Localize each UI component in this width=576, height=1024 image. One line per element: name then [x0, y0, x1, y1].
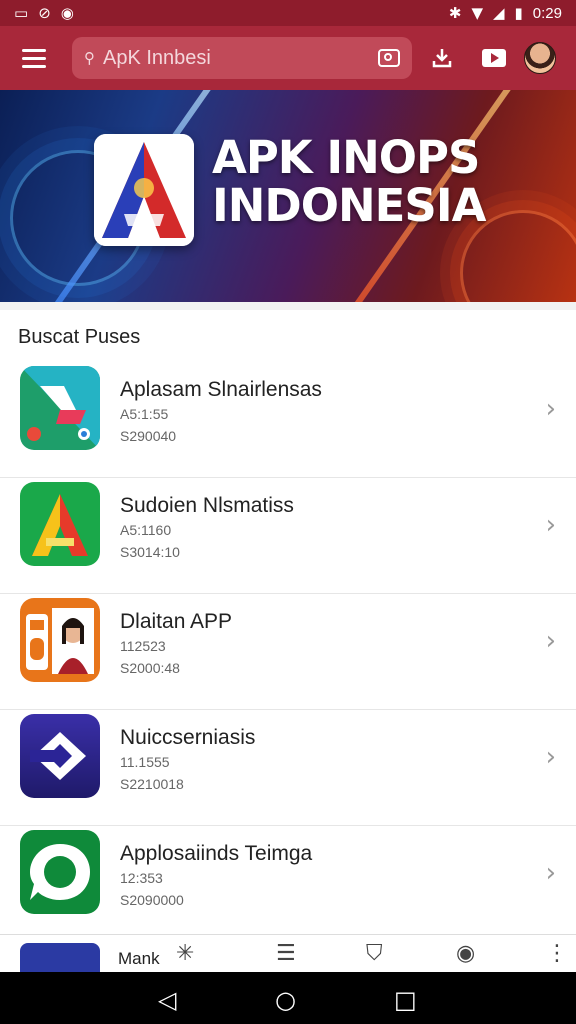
app-size: S2210018	[120, 776, 184, 792]
chevron-right-icon: ›	[545, 626, 556, 656]
list-icon[interactable]: ☰	[276, 941, 296, 966]
sparkle-icon[interactable]: ✳	[176, 941, 194, 966]
bluetooth-icon: ✱	[448, 3, 462, 22]
hero-banner[interactable]: APK INOPS INDONESIA	[0, 90, 576, 302]
app-list-card: Buscat Puses Aplasam Slnairlensas A5:1:5…	[0, 310, 576, 942]
app-size: S2090000	[120, 892, 184, 908]
section-title: Buscat Puses	[18, 326, 141, 348]
list-item[interactable]: Applosaiinds Teimga 12:353 S2090000 ›	[0, 826, 576, 942]
status-bar: ▭ ⊘ ◉ ✱ ▼ ◢ ▮ 0:29	[0, 0, 576, 26]
wifi-off-icon: ⊘	[38, 3, 51, 22]
more-vert-icon[interactable]: ⋮	[546, 941, 568, 966]
chevron-right-icon: ›	[545, 858, 556, 888]
chevron-right-icon: ›	[545, 742, 556, 772]
banner-title: APK INOPS INDONESIA	[212, 131, 486, 232]
search-icon: ⚲	[84, 48, 95, 67]
record-icon[interactable]: ◉	[456, 941, 475, 966]
play-icon	[482, 49, 506, 67]
bottom-thumbnail[interactable]	[20, 943, 100, 973]
banner-title-line1: APK INOPS	[212, 131, 480, 184]
app-size: S290040	[120, 428, 177, 444]
app-bar: ⚲ ApK Innbesi	[0, 26, 576, 90]
app-icon	[20, 830, 100, 914]
banner-title-line2: INDONESIA	[212, 179, 486, 232]
app-icon	[20, 366, 100, 450]
list-item[interactable]: Nuiccserniasis 11.1555 S2210018 ›	[0, 710, 576, 826]
camera-icon[interactable]	[378, 49, 400, 67]
bottom-tab-label[interactable]: Mank	[118, 949, 160, 969]
app-name: Sudoien Nlsmatiss	[120, 494, 294, 517]
home-icon[interactable]: ○	[275, 986, 296, 1014]
app-name: Nuiccserniasis	[120, 726, 256, 749]
recents-icon[interactable]: □	[394, 986, 417, 1014]
download-icon	[432, 49, 452, 68]
bookmark-icon[interactable]: ⛉	[366, 941, 383, 966]
back-icon[interactable]: ◁	[158, 986, 176, 1014]
app-logo	[94, 134, 194, 246]
app-icon	[20, 714, 100, 798]
app-meta: 12:353	[120, 870, 163, 886]
list-item[interactable]: Sudoien Nlsmatiss A5:1160 S3014:10 ›	[0, 478, 576, 594]
list-item[interactable]: Dlaitan APP 112523 S2000:48 ›	[0, 594, 576, 710]
video-button[interactable]	[472, 36, 516, 80]
sim-icon: ▭	[14, 3, 29, 22]
app-name: Dlaitan APP	[120, 610, 233, 633]
app-name: Applosaiinds Teimga	[120, 842, 313, 865]
chevron-right-icon: ›	[545, 510, 556, 540]
circle-icon: ◉	[60, 3, 74, 22]
system-nav-bar: ◁ ○ □	[0, 972, 576, 1024]
app-list: Aplasam Slnairlensas A5:1:55 S290040 › S…	[0, 362, 576, 942]
app-size: S3014:10	[120, 544, 180, 560]
list-item[interactable]: Aplasam Slnairlensas A5:1:55 S290040 ›	[0, 362, 576, 478]
signal-icon: ◢	[492, 3, 505, 22]
app-meta: A5:1160	[120, 522, 172, 538]
app-icon	[20, 482, 100, 566]
app-meta: 11.1555	[120, 754, 170, 770]
app-meta: 112523	[120, 638, 166, 654]
app-name: Aplasam Slnairlensas	[120, 378, 322, 401]
wifi-icon: ▼	[471, 3, 483, 22]
status-time: 0:29	[532, 4, 562, 22]
battery-icon: ▮	[514, 3, 523, 22]
app-meta: A5:1:55	[120, 406, 169, 422]
chevron-right-icon: ›	[545, 394, 556, 424]
app-size: S2000:48	[120, 660, 180, 676]
avatar[interactable]	[524, 42, 556, 74]
search-input[interactable]: ApK Innbesi	[103, 47, 378, 70]
bottom-tab-bar: Mank ✳ ☰ ⛉ ◉ ⋮	[0, 934, 576, 973]
menu-button[interactable]	[12, 36, 56, 80]
download-button[interactable]	[420, 36, 464, 80]
search-bar[interactable]: ⚲ ApK Innbesi	[72, 37, 412, 79]
app-icon	[20, 598, 100, 682]
